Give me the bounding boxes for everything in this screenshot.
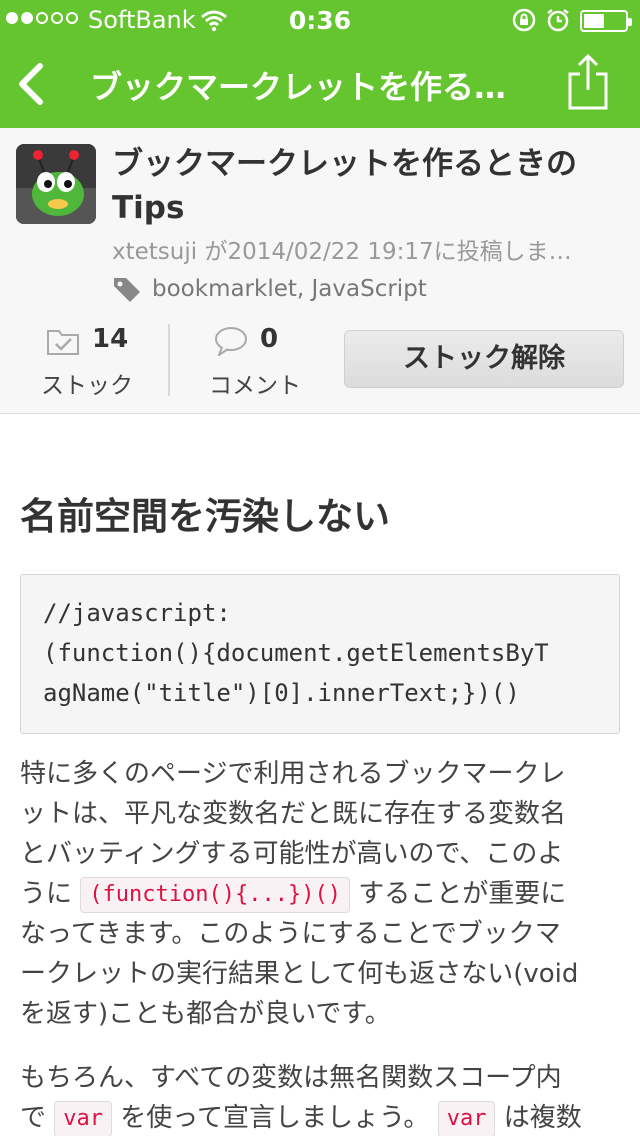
- paragraph-line: うに (function(){...})() することが重要に: [20, 874, 620, 914]
- tag-list[interactable]: bookmarklet, JavaScript: [152, 276, 427, 302]
- share-button[interactable]: [564, 52, 612, 112]
- battery-icon: [580, 10, 632, 32]
- paragraph: 特に多くのページで利用されるブックマークレ ットは、平凡な変数名だと既に存在する…: [20, 754, 620, 1034]
- comment-count: 0: [260, 324, 279, 354]
- avatar-image: [16, 144, 96, 224]
- post-title: ブックマークレットを作るときの Tips: [112, 142, 612, 230]
- stock-count: 14: [92, 324, 129, 354]
- paragraph: もちろん、すべての変数は無名関数スコープ内 で var を使って宣言しましょう。…: [20, 1058, 620, 1136]
- comment-label: コメント: [209, 373, 301, 399]
- stock-label: ストック: [41, 373, 133, 399]
- folder-check-icon: [47, 330, 79, 355]
- post-title-line: Tips: [112, 190, 185, 226]
- paragraph-line: を返す)ことも都合が良いです。: [20, 999, 391, 1029]
- inline-code: var: [437, 1101, 496, 1136]
- post-byline[interactable]: xtetsuji が2014/02/22 19:17に投稿しま…: [112, 232, 612, 266]
- author-avatar[interactable]: [16, 144, 96, 224]
- inline-code: (function(){...})(): [80, 877, 350, 913]
- code-line: (function(){document.getElementsByT: [43, 639, 549, 667]
- tags-row: bookmarklet, JavaScript: [112, 274, 612, 308]
- rotation-lock-icon: [512, 8, 536, 32]
- stat-divider: [168, 324, 170, 396]
- post-header: ブックマークレットを作るときの Tips xtetsuji が2014/02/2…: [0, 128, 640, 414]
- paragraph-line: で var を使って宣言しましょう。 var は複数: [20, 1098, 620, 1136]
- code-line: //javascript:: [43, 599, 231, 627]
- text-run: で: [20, 1103, 47, 1133]
- navigation-bar: ブックマークレットを作る…: [0, 40, 640, 128]
- unstock-button[interactable]: ストック解除: [344, 330, 624, 388]
- stock-stat[interactable]: 14 ストック: [12, 324, 162, 399]
- text-run: を使って宣言しましょう。: [120, 1103, 430, 1133]
- alarm-icon: [547, 9, 569, 32]
- paragraph-line: なってきます。このようにすることでブックマ: [20, 919, 561, 949]
- paragraph-line: とバッティングする可能性が高いので、このよ: [20, 839, 564, 869]
- top-bar: SoftBank 0:36 ブックマークレットを作る…: [0, 0, 640, 128]
- paragraph-line: ットは、平凡な変数名だと既に存在する変数名: [20, 799, 567, 829]
- back-button[interactable]: [10, 56, 54, 112]
- speech-bubble-icon: [215, 327, 247, 356]
- text-run: うに: [20, 879, 73, 909]
- text-run: は複数: [503, 1103, 582, 1133]
- section-heading: 名前空間を汚染しない: [20, 495, 390, 538]
- code-block: //javascript: (function(){document.getEl…: [20, 574, 620, 734]
- paragraph-line: もちろん、すべての変数は無名関数スコープ内: [20, 1063, 562, 1093]
- tag-icon: [114, 278, 140, 302]
- comment-stat[interactable]: 0 コメント: [180, 324, 330, 399]
- status-time: 0:36: [288, 6, 352, 35]
- paragraph-line: ークレットの実行結果として何も返さない(void: [20, 959, 579, 989]
- code-line: agName("title")[0].innerText;})(): [43, 679, 520, 707]
- post-title-line: ブックマークレットを作るときの: [112, 146, 577, 182]
- text-run: することが重要に: [358, 879, 567, 909]
- nav-title: ブックマークレットを作る…: [90, 68, 507, 106]
- status-bar: SoftBank 0:36: [0, 0, 640, 40]
- inline-code: var: [54, 1101, 113, 1136]
- paragraph-line: 特に多くのページで利用されるブックマークレ: [20, 759, 566, 789]
